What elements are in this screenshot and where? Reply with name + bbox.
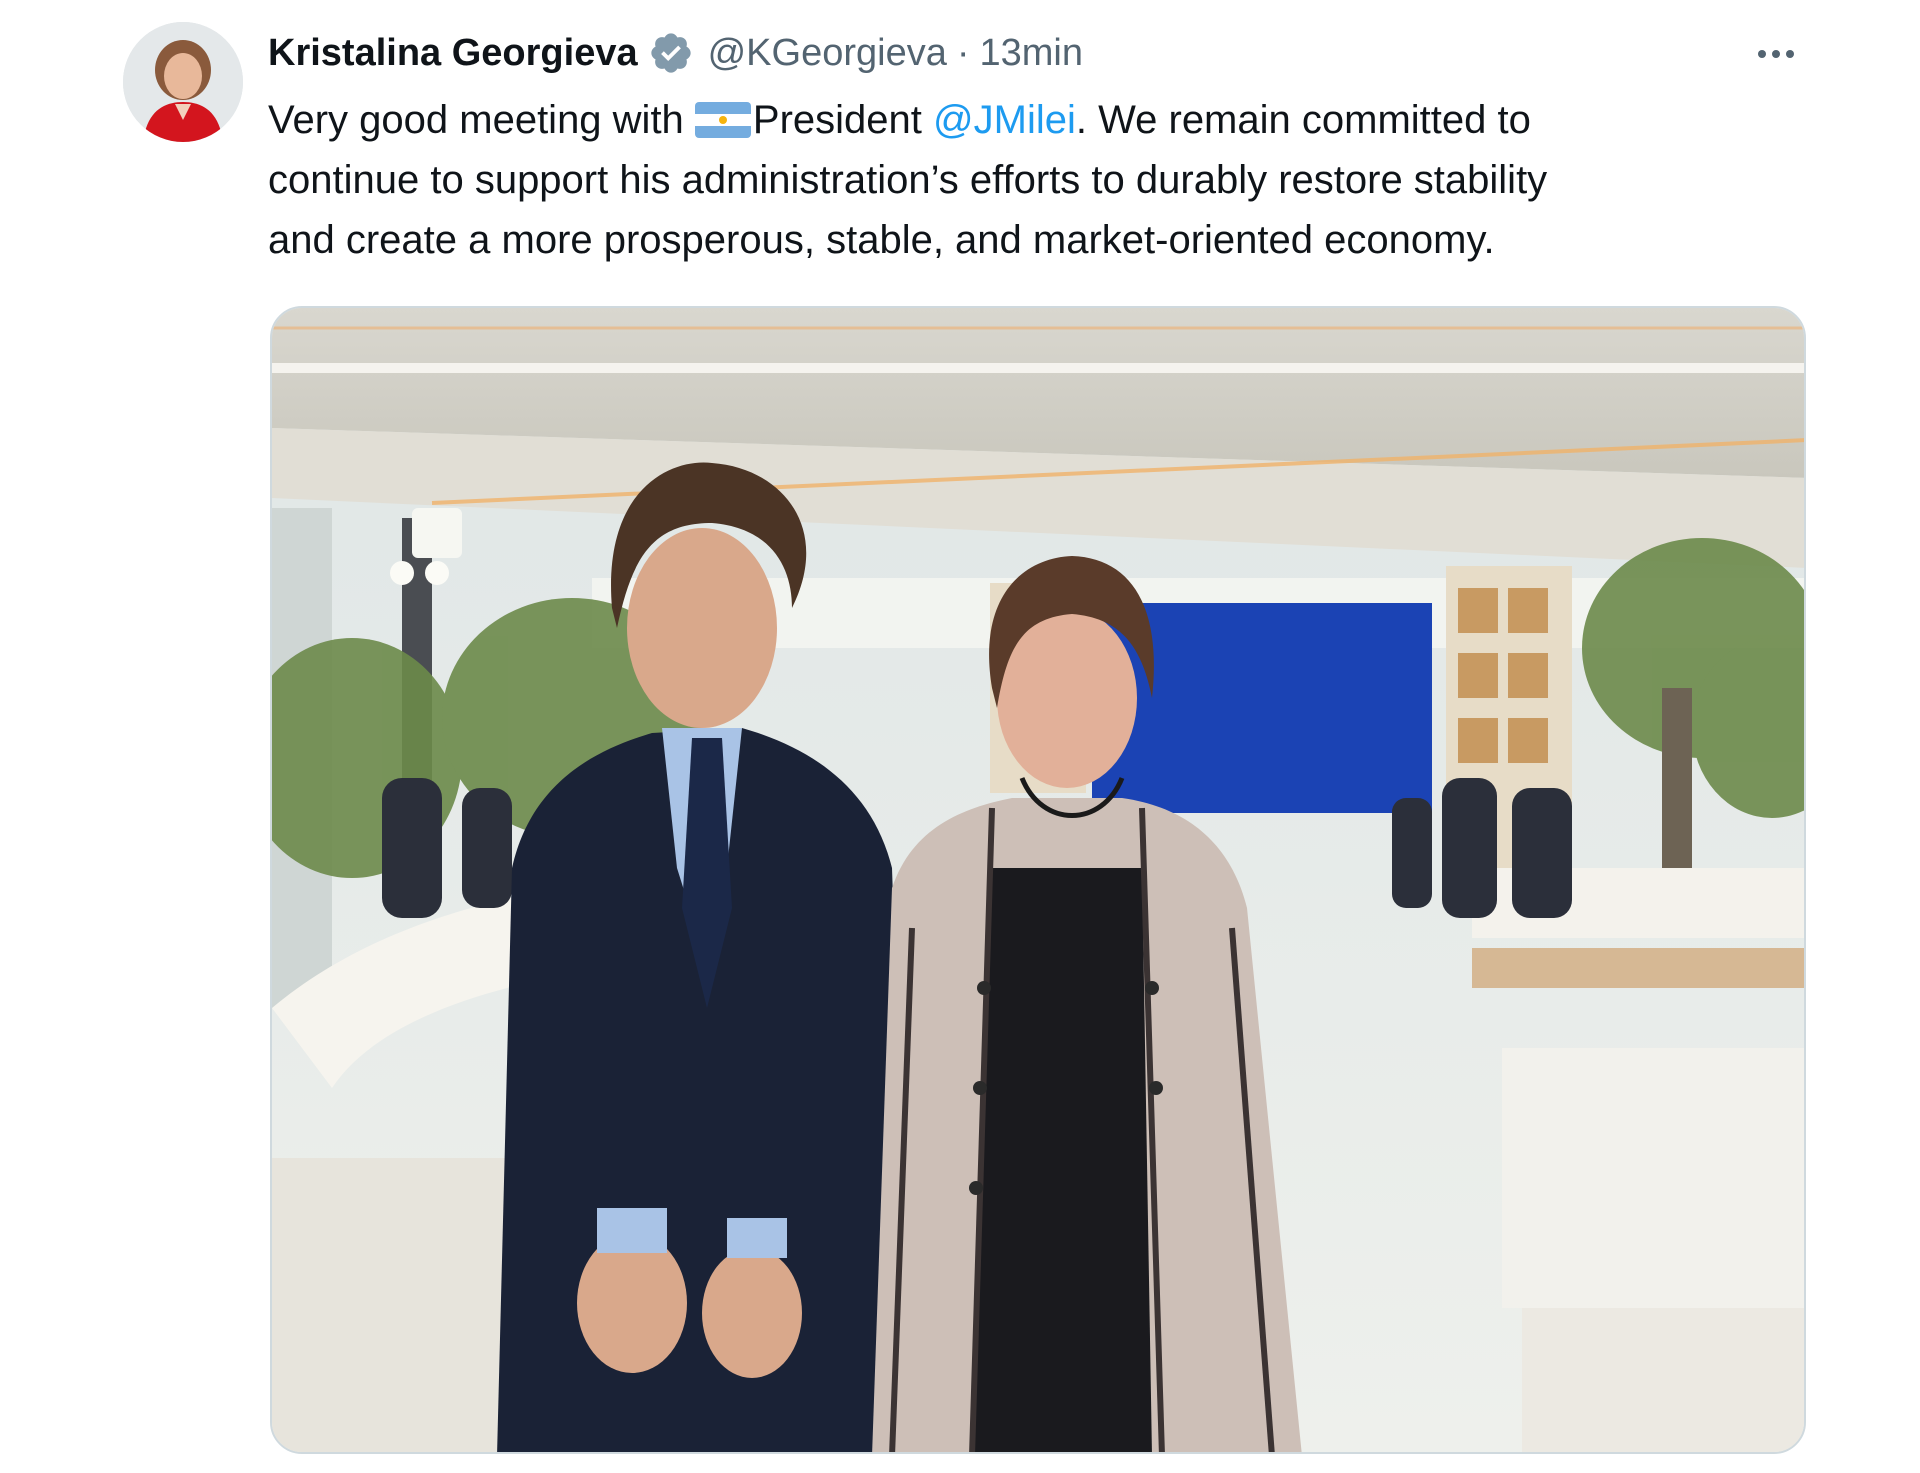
tweet-text-line-3: and create a more prosperous, stable, an… [268,218,1495,262]
header-separator: · [956,32,970,74]
tweet-text-line-2: continue to support his administration’s… [268,158,1548,202]
mention-link[interactable]: @JMilei [933,98,1076,142]
tweet-text: Very good meeting with President @JMilei… [268,90,1828,270]
tweet-header: Kristalina Georgieva @KGeorgieva · 13min [268,26,1083,80]
tweet-card[interactable]: Kristalina Georgieva @KGeorgieva · 13min… [0,0,1920,1473]
text-segment: . We remain committed to [1075,98,1531,142]
avatar-image-icon [123,22,243,142]
meeting-photo-icon [272,308,1804,1452]
more-options-icon[interactable] [1748,34,1804,74]
tweet-photo[interactable] [270,306,1806,1454]
author-avatar[interactable] [123,22,243,142]
author-display-name[interactable]: Kristalina Georgieva [268,26,638,80]
text-segment: Very good meeting with [268,98,695,142]
text-segment: President [752,98,934,142]
argentina-flag-icon [694,95,751,138]
tweet-timestamp[interactable]: 13min [980,26,1084,80]
author-handle[interactable]: @KGeorgieva [708,26,947,80]
tweet-text-line-1: Very good meeting with President @JMilei… [268,90,1828,150]
verified-badge-icon[interactable] [648,30,694,76]
